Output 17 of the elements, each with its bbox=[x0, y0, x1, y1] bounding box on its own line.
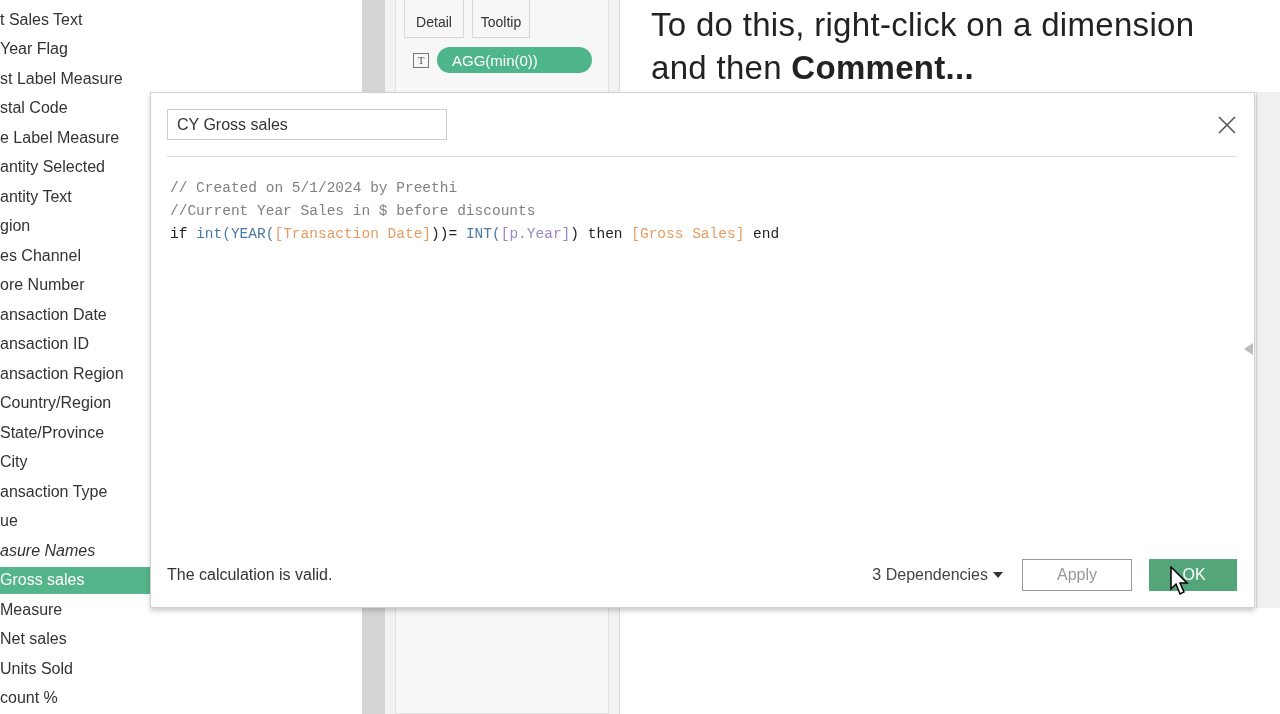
field-item[interactable]: t Sales Text bbox=[0, 5, 362, 35]
caret-icon bbox=[993, 572, 1003, 578]
field-item[interactable]: Year Flag bbox=[0, 34, 362, 64]
calculation-name-field[interactable]: CY Gross sales bbox=[167, 109, 447, 140]
field-item[interactable]: Units Sold bbox=[0, 654, 362, 684]
detail-button[interactable]: Detail bbox=[404, 0, 464, 38]
field-item[interactable]: count % bbox=[0, 683, 362, 713]
formula-editor[interactable]: // Created on 5/1/2024 by Preethi //Current Year Sales in $ before discounts if int(YEAR([Transaction Date]))= INT([p.Year]) then [Gross Sales] end bbox=[167, 157, 1237, 559]
tooltip-button[interactable]: Tooltip bbox=[472, 0, 530, 38]
instruction-text: and then Comment... bbox=[651, 48, 975, 88]
instruction-text: To do this, right-click on a dimension bbox=[651, 5, 1196, 45]
text-mark-icon[interactable]: T bbox=[413, 52, 429, 68]
field-item[interactable]: Net sales bbox=[0, 624, 362, 654]
field-item[interactable]: st Label Measure bbox=[0, 64, 362, 94]
status-text: The calculation is valid. bbox=[167, 566, 334, 584]
dependencies-dropdown[interactable]: 3 Dependencies bbox=[872, 566, 1003, 584]
close-icon[interactable] bbox=[1218, 115, 1236, 134]
